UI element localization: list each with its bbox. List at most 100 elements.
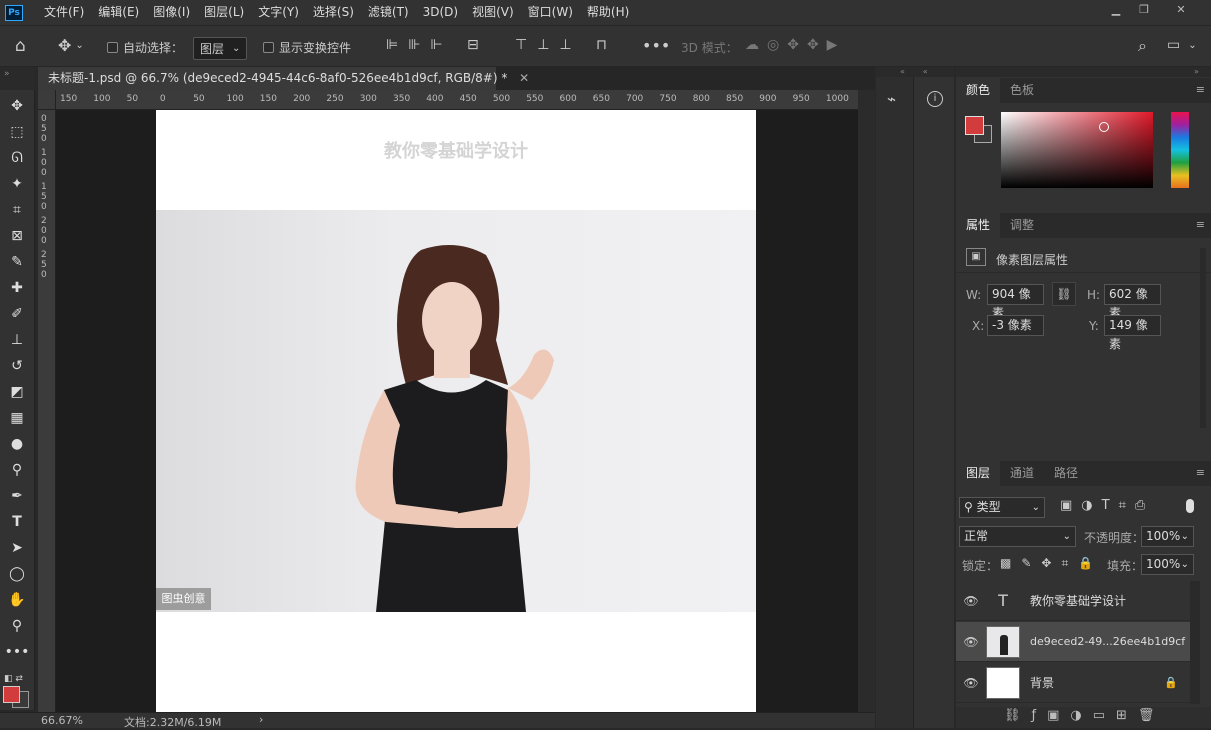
color-picker-cursor[interactable] <box>1099 122 1109 132</box>
layer-filter-select[interactable]: ⚲ 类型 ⌄ <box>959 497 1045 518</box>
dodge-tool-icon[interactable]: ⚲ <box>6 460 28 480</box>
color-panel-menu-icon[interactable]: ≡ <box>1196 83 1205 96</box>
more-tools-icon[interactable]: ••• <box>5 642 30 662</box>
lasso-tool-icon[interactable]: ᘏ <box>6 148 28 168</box>
crop-tool-icon[interactable]: ⌗ <box>6 200 28 220</box>
more-options-icon[interactable]: ••• <box>642 36 670 55</box>
menu-window[interactable]: 窗口(W) <box>521 0 580 25</box>
auto-select-target-select[interactable]: 图层 ⌄ <box>193 37 248 60</box>
menu-type[interactable]: 文字(Y) <box>251 0 306 25</box>
stamp-tool-icon[interactable]: ⊥ <box>6 330 28 350</box>
mode-3d-icons[interactable]: ☁◎✥✥▶ <box>745 37 845 53</box>
show-transform-checkbox[interactable]: 显示变换控件 <box>263 39 351 56</box>
properties-panel-menu-icon[interactable]: ≡ <box>1196 218 1205 231</box>
x-position-field[interactable]: -3 像素 <box>987 315 1044 336</box>
document-tab[interactable]: 未标题-1.psd @ 66.7% (de9eced2-4945-44c6-8a… <box>38 67 529 90</box>
move-tool-icon[interactable]: ✥ <box>6 96 28 116</box>
tab-paths[interactable]: 路径 <box>1044 461 1088 486</box>
properties-scrollbar[interactable] <box>1200 248 1206 428</box>
swap-colors-icon[interactable]: ◧ ⇄ <box>4 674 23 684</box>
zoom-level[interactable]: 66.67% <box>41 714 83 727</box>
menu-layer[interactable]: 图层(L) <box>197 0 251 25</box>
color-spectrum-field[interactable] <box>1001 112 1153 188</box>
ruler-origin[interactable] <box>38 90 56 110</box>
magic-wand-tool-icon[interactable]: ✦ <box>6 174 28 194</box>
blend-mode-select[interactable]: 正常 ⌄ <box>959 526 1076 547</box>
gradient-tool-icon[interactable]: ▦ <box>6 408 28 428</box>
blur-tool-icon[interactable]: ● <box>6 434 28 454</box>
type-tool-icon[interactable]: T <box>6 512 28 532</box>
search-icon[interactable]: ⌕ <box>1138 36 1147 56</box>
tab-color[interactable]: 颜色 <box>956 78 1001 103</box>
hand-tool-icon[interactable]: ✋ <box>6 590 28 610</box>
y-position-field[interactable]: 149 像素 <box>1104 315 1161 351</box>
move-tool-icon[interactable]: ✥ ⌄ <box>58 36 84 55</box>
layer-row-background[interactable]: 👁 背景 🔒 <box>956 663 1190 703</box>
ellipse-tool-icon[interactable]: ◯ <box>6 564 28 584</box>
workspace-icon[interactable]: ▭ ⌄ <box>1167 37 1197 53</box>
healing-tool-icon[interactable]: ✚ <box>6 278 28 298</box>
tab-layers[interactable]: 图层 <box>956 461 1001 486</box>
layers-scrollbar[interactable] <box>1190 581 1200 704</box>
opacity-field[interactable]: 100% ⌄ <box>1141 526 1194 547</box>
horizontal-ruler[interactable]: 150 100 50 0 50 100 150 200 250 300 350 400 450 500 55… <box>56 90 858 110</box>
visibility-eye-icon[interactable]: 👁 <box>956 676 986 690</box>
document-canvas[interactable]: 教你零基础学设计 图虫创意 <box>156 110 756 712</box>
distribute-icons[interactable]: ⊤⊥⊥ ⊓ <box>515 37 617 53</box>
layer-row-image[interactable]: 👁 de9eced2-49...26ee4b1d9cf <box>956 622 1190 662</box>
width-field[interactable]: 904 像素 <box>987 284 1044 320</box>
tab-properties[interactable]: 属性 <box>956 213 1001 238</box>
close-tab-icon[interactable]: ✕ <box>519 71 529 85</box>
brush-tool-icon[interactable]: ✐ <box>6 304 28 324</box>
canvas-area[interactable]: 教你零基础学设计 图虫创意 <box>56 110 858 712</box>
dock-collapse-icon[interactable]: « « <box>876 67 954 77</box>
visibility-eye-icon[interactable]: 👁 <box>956 635 986 649</box>
ruler-tick-label: 1000 <box>825 94 849 104</box>
canvas-vertical-scrollbar[interactable] <box>858 90 875 712</box>
menu-filter[interactable]: 滤镜(T) <box>361 0 416 25</box>
frame-tool-icon[interactable]: ⊠ <box>6 226 28 246</box>
align-icons[interactable]: ⊫⊪⊩ ⊟ <box>386 37 489 53</box>
menu-help[interactable]: 帮助(H) <box>580 0 636 25</box>
close-window-icon[interactable]: ✕ <box>1165 0 1197 18</box>
layer-filter-toggle[interactable] <box>1186 499 1194 513</box>
tab-swatches[interactable]: 色板 <box>1000 78 1044 103</box>
lock-icons[interactable]: ▩✎✥⌗🔒 <box>1000 556 1103 571</box>
tab-channels[interactable]: 通道 <box>1000 461 1044 486</box>
height-field[interactable]: 602 像素 <box>1104 284 1161 320</box>
zoom-tool-icon[interactable]: ⚲ <box>6 616 28 636</box>
panel-collapse-icon[interactable]: » <box>956 67 1211 77</box>
menu-file[interactable]: 文件(F) <box>37 0 91 25</box>
color-hue-strip[interactable] <box>1171 112 1189 188</box>
path-select-tool-icon[interactable]: ➤ <box>6 538 28 558</box>
link-proportions-icon[interactable]: ⛓ <box>1052 282 1076 306</box>
layers-panel-menu-icon[interactable]: ≡ <box>1196 466 1205 479</box>
status-menu-arrow-icon[interactable]: › <box>259 713 263 726</box>
info-panel-icon[interactable]: i <box>927 91 943 107</box>
toolbar-collapse-icon[interactable]: » <box>0 67 35 90</box>
eraser-tool-icon[interactable]: ◩ <box>6 382 28 402</box>
auto-select-checkbox[interactable]: 自动选择： <box>107 39 183 56</box>
opacity-label: 不透明度： <box>1084 531 1145 545</box>
tab-adjustments[interactable]: 调整 <box>1000 213 1044 238</box>
menu-3d[interactable]: 3D(D) <box>416 0 465 25</box>
history-brush-tool-icon[interactable]: ↺ <box>6 356 28 376</box>
menu-edit[interactable]: 编辑(E) <box>91 0 146 25</box>
menu-view[interactable]: 视图(V) <box>465 0 521 25</box>
layer-filter-icons[interactable]: ▣◑T⌗⎙ <box>1060 498 1154 513</box>
color-panel-foreground-swatch[interactable] <box>965 116 984 135</box>
maximize-icon[interactable]: ❐ <box>1128 0 1160 18</box>
marquee-tool-icon[interactable]: ⬚ <box>6 122 28 142</box>
foreground-color-swatch[interactable] <box>3 686 20 703</box>
menu-image[interactable]: 图像(I) <box>146 0 197 25</box>
fill-field[interactable]: 100% ⌄ <box>1141 554 1194 575</box>
layer-action-icons[interactable]: ⛓ƒ▣◑▭⊞🗑 <box>1004 708 1165 723</box>
menu-select[interactable]: 选择(S) <box>306 0 361 25</box>
history-panel-icon[interactable]: ⌁ <box>887 90 896 108</box>
home-icon[interactable]: ⌂ <box>15 36 26 56</box>
pen-tool-icon[interactable]: ✒ <box>6 486 28 506</box>
eyedropper-tool-icon[interactable]: ✎ <box>6 252 28 272</box>
visibility-eye-icon[interactable]: 👁 <box>956 594 986 608</box>
vertical-ruler[interactable]: 050100150200250 <box>38 110 56 712</box>
layer-row-text[interactable]: 👁 T 教你零基础学设计 <box>956 581 1190 621</box>
